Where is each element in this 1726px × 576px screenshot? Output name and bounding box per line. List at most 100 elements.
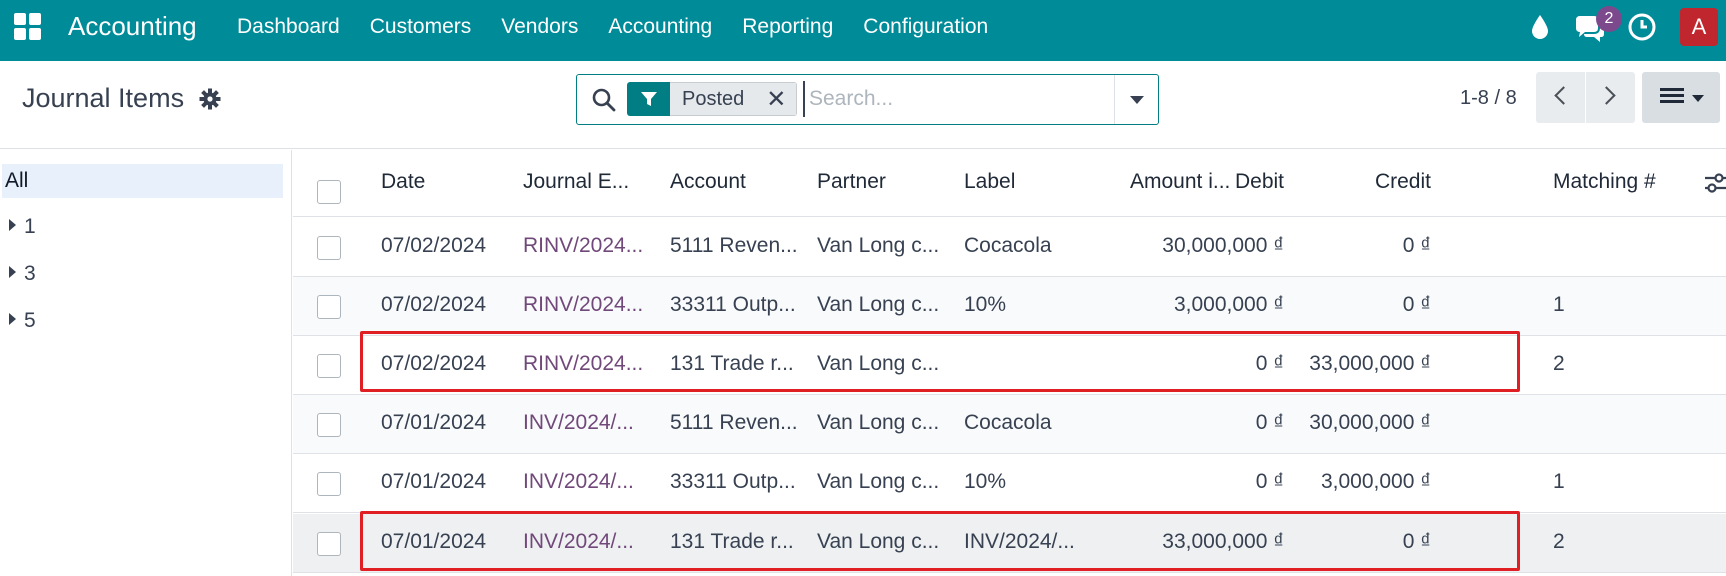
row-checkbox[interactable] [317,236,341,260]
cell-journal-entry[interactable]: INV/2024/... [523,411,658,435]
cell-credit: 33,000,000 ₫ [1309,352,1431,375]
cell-date: 07/01/2024 [381,470,487,493]
caret-right-icon [9,313,16,326]
column-date[interactable]: Date [381,170,425,194]
cell-debit: 30,000,000 ₫ [1162,234,1284,257]
menu-dashboard[interactable]: Dashboard [237,15,340,39]
page-title: Journal Items [22,83,185,113]
chevron-right-icon [1597,86,1616,105]
cell-credit: 0 ₫ [1402,293,1431,316]
cell-matching: 2 [1553,352,1565,375]
cell-debit: 33,000,000 ₫ [1162,530,1284,553]
facet-label-wrap: Posted ✕ [670,82,798,116]
pager-value[interactable]: 1-8 / 8 [1460,87,1517,110]
group-label: 5 [24,309,36,332]
select-all-checkbox[interactable] [317,180,341,204]
cell-debit: 0 ₫ [1255,352,1284,375]
column-partner[interactable]: Partner [817,170,886,194]
cell-journal-entry[interactable]: INV/2024/... [523,530,658,554]
gear-icon[interactable] [199,88,221,110]
cell-account: 33311 Outp... [670,470,796,493]
table-row[interactable]: 07/02/2024 RINV/2024... 5111 Reven... Van L… [293,218,1726,277]
cell-partner: Van Long c... [817,293,940,316]
cell-journal-entry[interactable]: RINV/2024... [523,234,658,258]
cell-matching: 2 [1553,530,1565,553]
column-account[interactable]: Account [670,170,746,194]
menu-configuration[interactable]: Configuration [863,15,988,39]
search-facet: Posted ✕ [627,82,798,116]
drop-icon[interactable] [1530,14,1550,40]
search-panel-all[interactable]: All [2,164,283,198]
cell-date: 07/02/2024 [381,352,487,375]
cell-date: 07/02/2024 [381,234,487,257]
facet-close-icon[interactable]: ✕ [766,85,786,114]
cell-partner: Van Long c... [817,530,940,553]
column-amount-currency[interactable]: Amount i... [1130,170,1230,194]
main-menu: Dashboard Customers Vendors Accounting R… [237,15,1018,39]
row-checkbox[interactable] [317,413,341,437]
app-brand[interactable]: Accounting [68,11,197,42]
table-row[interactable]: 07/01/2024 INV/2024/... 33311 Outp... Van L… [293,454,1726,513]
column-credit[interactable]: Credit [1375,170,1431,194]
column-journal-entry[interactable]: Journal E... [523,170,629,194]
table-row[interactable]: 07/01/2024 INV/2024/... 5111 Reven... Van L… [293,395,1726,454]
row-checkbox[interactable] [317,354,341,378]
cell-credit: 0 ₫ [1402,530,1431,553]
row-checkbox[interactable] [317,532,341,556]
menu-accounting[interactable]: Accounting [608,15,712,39]
cell-credit: 0 ₫ [1402,234,1431,257]
column-label[interactable]: Label [964,170,1015,194]
search-icon[interactable] [591,87,617,113]
cell-account: 131 Trade r... [670,352,794,375]
search-options-toggle[interactable] [1114,75,1158,124]
cell-credit: 3,000,000 ₫ [1320,470,1431,493]
table-row[interactable]: 07/02/2024 RINV/2024... 33311 Outp... Van L… [293,277,1726,336]
row-checkbox[interactable] [317,295,341,319]
menu-reporting[interactable]: Reporting [742,15,833,39]
cell-label: Cocacola [964,411,1052,434]
search-bar: Posted ✕ [576,74,1159,125]
menu-customers[interactable]: Customers [370,15,472,39]
cell-debit: 3,000,000 ₫ [1173,293,1284,316]
cell-partner: Van Long c... [817,234,940,257]
cell-journal-entry[interactable]: RINV/2024... [523,352,658,376]
table-row[interactable]: 07/01/2024 INV/2024/... 131 Trade r... Van … [293,514,1726,573]
search-panel: All 1 3 5 [0,150,292,576]
facet-label: Posted [682,87,745,110]
cell-date: 07/01/2024 [381,411,487,434]
column-debit[interactable]: Debit [1235,170,1284,194]
menu-vendors[interactable]: Vendors [501,15,578,39]
apps-icon[interactable] [14,13,41,40]
search-panel-group-5[interactable]: 5 [9,306,36,336]
caret-down-icon [1130,96,1144,104]
pager-previous-button[interactable] [1536,72,1585,123]
cell-label: Cocacola [964,234,1052,257]
cell-account: 5111 Reven... [670,234,798,257]
view-switcher-button[interactable] [1642,72,1720,123]
cell-partner: Van Long c... [817,411,940,434]
cell-partner: Van Long c... [817,352,940,375]
cell-date: 07/02/2024 [381,293,487,316]
control-panel: Journal Items Posted ✕ Search... 1-8 / 8 [0,61,1726,149]
pager-next-button[interactable] [1586,72,1635,123]
search-panel-group-1[interactable]: 1 [9,212,36,242]
search-input[interactable] [803,81,1103,117]
cell-journal-entry[interactable]: INV/2024/... [523,470,658,494]
list-view-icon [1660,88,1684,108]
table-row[interactable]: 07/02/2024 RINV/2024... 131 Trade r... Van … [293,336,1726,395]
avatar[interactable]: A [1680,8,1718,46]
search-panel-group-3[interactable]: 3 [9,259,36,289]
cell-journal-entry[interactable]: RINV/2024... [523,293,658,317]
row-checkbox[interactable] [317,472,341,496]
table-header: Date Journal E... Account Partner Label … [293,150,1726,217]
clock-icon[interactable] [1627,12,1657,42]
group-label: 1 [24,215,36,238]
optional-columns-icon[interactable] [1703,172,1726,194]
cell-label: 10% [964,293,1007,316]
chevron-left-icon [1554,86,1573,105]
column-matching[interactable]: Matching # [1553,170,1656,194]
cell-partner: Van Long c... [817,470,940,493]
cell-credit: 30,000,000 ₫ [1309,411,1431,434]
cell-debit: 0 ₫ [1255,470,1284,493]
cell-label: INV/2024/... [964,530,1075,553]
